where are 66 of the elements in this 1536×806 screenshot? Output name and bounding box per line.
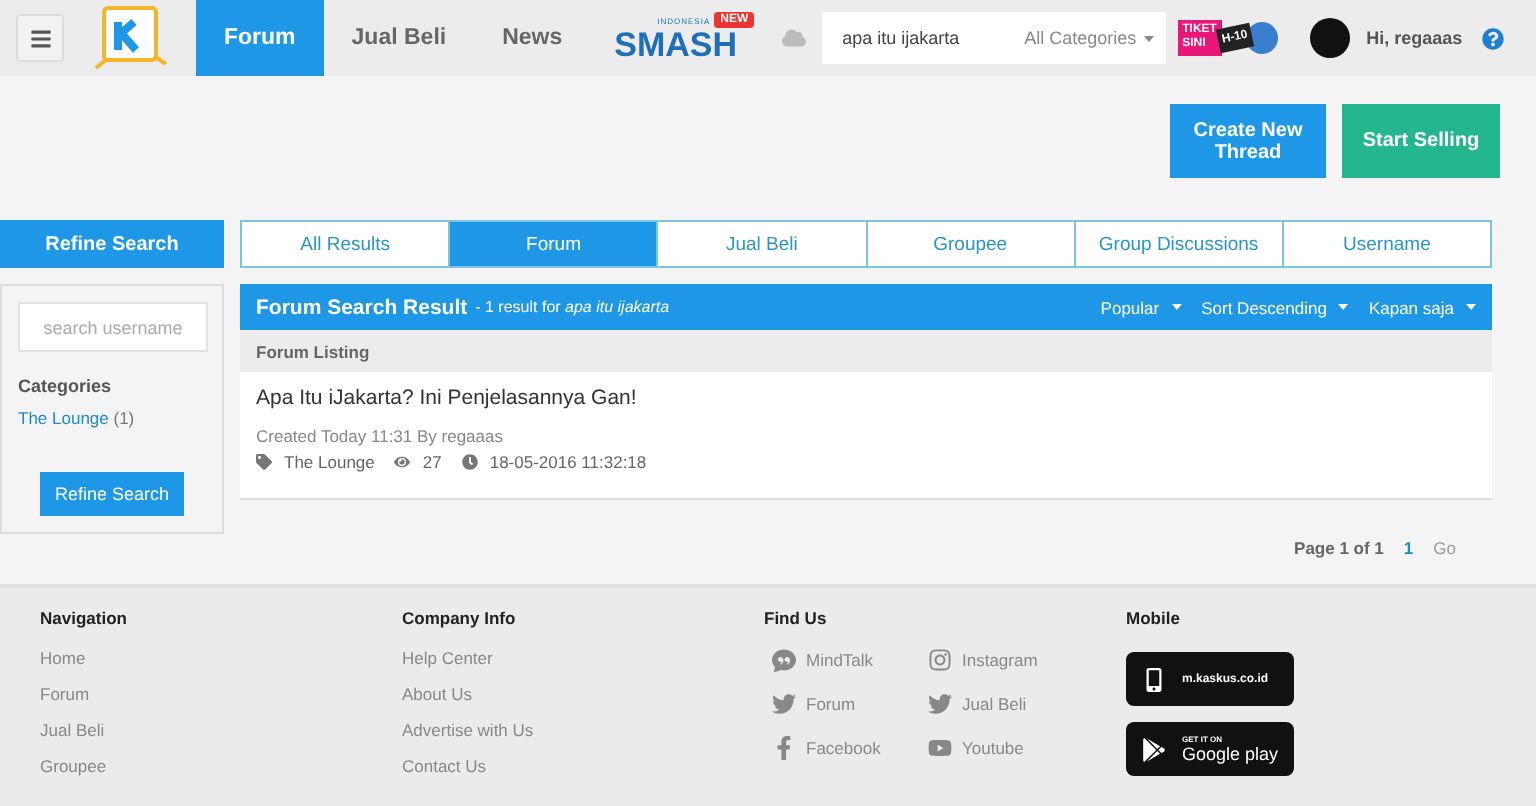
caret-icon	[1338, 304, 1349, 310]
thread-title[interactable]: Apa Itu iJakarta? Ini Penjelasannya Gan!	[256, 386, 1476, 410]
social-link[interactable]: MindTalk	[772, 642, 928, 678]
result-tab[interactable]: Forum	[450, 222, 659, 266]
bird-icon	[772, 692, 796, 716]
footer-link[interactable]: Groupee	[40, 756, 402, 776]
page-link[interactable]: 1	[1403, 538, 1414, 558]
thread-date: 18-05-2016 11:32:18	[489, 452, 647, 472]
footer-heading: Find Us	[764, 608, 829, 628]
social-link[interactable]: Jual Beli	[928, 686, 1088, 722]
footer-link[interactable]: Contact Us	[402, 756, 764, 776]
avatar[interactable]	[1310, 18, 1351, 58]
social-link[interactable]: Youtube	[928, 730, 1088, 766]
sort-dropdown[interactable]: Popular	[1100, 297, 1182, 317]
footer-link[interactable]: Advertise with Us	[402, 720, 764, 740]
social-link[interactable]: Facebook	[772, 730, 928, 766]
clock-icon	[461, 454, 478, 470]
footer-heading: Navigation	[40, 608, 129, 628]
nav-tab[interactable]: Forum	[196, 0, 324, 76]
caret-icon	[1171, 304, 1182, 310]
category-link[interactable]: The Lounge	[18, 408, 109, 429]
caret-icon	[1466, 304, 1476, 310]
nav-tab[interactable]: News	[474, 0, 591, 76]
youtube-icon	[928, 736, 952, 760]
username-field[interactable]: search username	[18, 302, 208, 353]
play-icon	[1142, 737, 1166, 761]
user-greeting[interactable]: Hi, regaaas	[1366, 28, 1463, 48]
action-button[interactable]: Create New Thread	[1170, 104, 1326, 178]
bird-icon	[928, 692, 952, 716]
thread-meta: Created Today 11:31 By regaaas	[256, 426, 505, 446]
footer-link[interactable]: Jual Beli	[40, 720, 402, 740]
menu-icon	[29, 27, 51, 49]
search-field[interactable]: apa itu ijakarta All Categories	[822, 12, 1167, 64]
instagram-icon	[928, 648, 952, 672]
nav-tab[interactable]: Jual Beli	[323, 0, 475, 76]
facebook-icon	[772, 736, 796, 760]
refine-search-button[interactable]: Refine Search	[40, 472, 184, 516]
footer-heading: Company Info	[402, 608, 518, 628]
footer-link[interactable]: Help Center	[402, 648, 764, 668]
thread-views: 27	[422, 452, 442, 472]
menu-button[interactable]	[16, 14, 64, 62]
footer-link[interactable]: Home	[40, 648, 402, 668]
results-summary: - 1 result for apa itu ijakarta	[475, 298, 672, 316]
go-button[interactable]: Go	[1433, 538, 1456, 558]
social-link[interactable]: Instagram	[928, 642, 1088, 678]
eye-icon	[394, 454, 411, 470]
sort-dropdown[interactable]: Sort Descending	[1201, 297, 1349, 317]
footer-link[interactable]: Forum	[40, 684, 402, 704]
speech-bubble-icon	[772, 648, 796, 672]
caret-icon	[1144, 35, 1155, 41]
phone-icon	[1142, 667, 1166, 691]
sidebar-title: Refine Search	[0, 220, 224, 268]
sort-dropdown[interactable]: Kapan saja	[1368, 297, 1476, 317]
thread-category: The Lounge	[284, 452, 375, 472]
help-icon[interactable]	[1482, 27, 1505, 49]
page-label: Page 1 of 1	[1294, 538, 1384, 558]
listing-header: Forum Listing	[240, 330, 1492, 372]
categories-label: Categories	[18, 376, 114, 397]
results-title: Forum Search Result	[256, 295, 468, 319]
footer-link[interactable]: About Us	[402, 684, 764, 704]
category-item: The Lounge (1)	[18, 408, 137, 429]
social-link[interactable]: Forum	[772, 686, 928, 722]
tag-icon	[256, 454, 272, 470]
cloud-icon	[782, 26, 807, 50]
action-button[interactable]: Start Selling	[1342, 104, 1500, 178]
footer-heading: Mobile	[1126, 608, 1182, 628]
